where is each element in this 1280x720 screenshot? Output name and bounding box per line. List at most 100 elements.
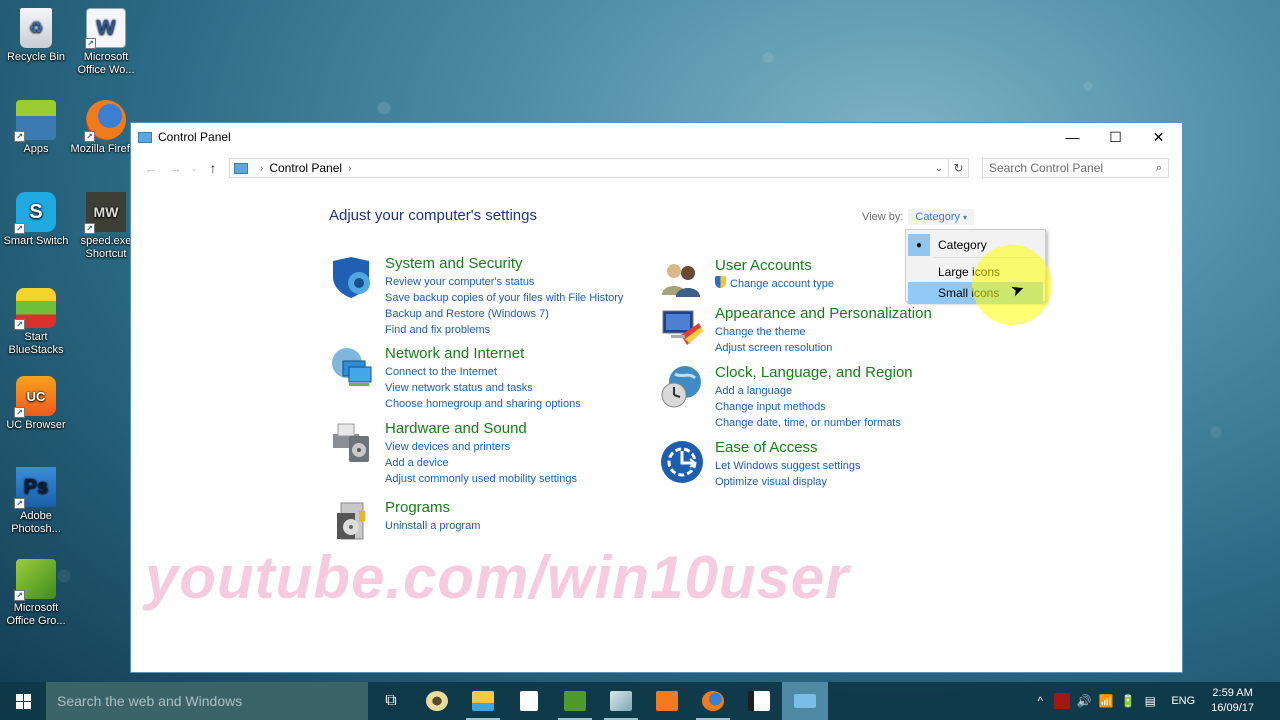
acrobat-icon[interactable] [1054, 693, 1071, 709]
firefox-icon: ↗ [84, 100, 126, 142]
taskbar-control-panel[interactable] [782, 682, 828, 720]
taskbar-audio-app[interactable] [414, 682, 460, 720]
taskbar-notepad-app[interactable] [598, 682, 644, 720]
category-title[interactable]: Appearance and Personalization [715, 305, 932, 323]
notepad-icon [610, 691, 632, 711]
search-box[interactable]: ⌕ [982, 158, 1169, 178]
link[interactable]: Review your computer's status [385, 274, 623, 290]
link[interactable]: Adjust screen resolution [715, 340, 932, 356]
category-title[interactable]: Programs [385, 499, 480, 517]
wifi-icon[interactable]: 📶 [1095, 694, 1117, 708]
link[interactable]: Change date, time, or number formats [715, 415, 913, 431]
maximize-button[interactable]: ☐ [1094, 123, 1137, 151]
view-by-label: View by: [862, 211, 904, 223]
link[interactable]: Find and fix problems [385, 322, 623, 338]
link[interactable]: Add a device [385, 455, 577, 471]
search-icon[interactable]: ⌕ [1156, 162, 1162, 175]
caret-down-icon: ▾ [963, 213, 968, 222]
link[interactable]: Adjust commonly used mobility settings [385, 471, 577, 487]
category-title[interactable]: User Accounts [715, 257, 834, 275]
language-indicator[interactable]: ENG [1161, 695, 1205, 707]
link[interactable]: Change input methods [715, 399, 913, 415]
action-center-icon[interactable]: ▤ [1139, 694, 1161, 708]
category-title[interactable]: Ease of Access [715, 439, 861, 457]
network-internet-icon[interactable] [329, 345, 375, 391]
user-accounts-icon[interactable] [659, 257, 705, 303]
window-title: Control Panel [158, 130, 231, 144]
menu-item-large-icons[interactable]: Large icons [908, 261, 1043, 283]
link[interactable]: Optimize visual display [715, 474, 861, 490]
apps-icon: ↗ [14, 100, 56, 142]
desktop-icon-label: Adobe Photosh... [11, 510, 61, 535]
desktop-icon-office-groove[interactable]: ↗ Microsoft Office Gro... [0, 559, 72, 628]
back-button[interactable]: ← [139, 156, 163, 180]
hardware-sound-icon[interactable] [329, 420, 375, 466]
category-system-security: System and Security Review your computer… [329, 255, 623, 338]
taskbar-store[interactable] [506, 682, 552, 720]
category-clock-region: Clock, Language, and Region Add a langua… [659, 364, 913, 431]
link[interactable]: View network status and tasks [385, 380, 581, 396]
clock[interactable]: 2:59 AM 16/09/17 [1205, 686, 1266, 716]
nfs-icon: MW ↗ [84, 192, 126, 234]
link[interactable]: Add a language [715, 383, 913, 399]
watermark: youtube.com/win10user [145, 544, 850, 611]
taskbar-camtasia-recorder[interactable] [736, 682, 782, 720]
ease-of-access-icon[interactable] [659, 439, 705, 485]
clock-date: 16/09/17 [1211, 702, 1254, 714]
link[interactable]: View devices and printers [385, 439, 577, 455]
view-by-dropdown[interactable]: Category ▾ [908, 209, 975, 225]
start-button[interactable] [0, 682, 46, 720]
menu-item-category[interactable]: ● Category [908, 234, 1043, 256]
desktop-icon-smart-switch[interactable]: S ↗ Smart Switch [0, 192, 72, 248]
programs-icon[interactable] [329, 499, 375, 545]
taskbar-firefox[interactable] [690, 682, 736, 720]
minimize-button[interactable]: — [1051, 123, 1094, 151]
desktop-icon-photoshop[interactable]: Ps ↗ Adobe Photosh... [0, 467, 72, 536]
link[interactable]: Choose homegroup and sharing options [385, 396, 581, 412]
link[interactable]: Connect to the Internet [385, 364, 581, 380]
close-button[interactable]: ✕ [1137, 123, 1180, 151]
clock-region-icon[interactable] [659, 364, 705, 410]
system-security-icon[interactable] [329, 255, 375, 301]
show-hidden-icons-button[interactable]: ^ [1029, 694, 1051, 708]
desktop-icon-word[interactable]: W ↗ Microsoft Office Wo... [70, 8, 142, 77]
desktop-icon-label: Start BlueStacks [8, 331, 64, 356]
breadcrumb-separator[interactable]: › [260, 163, 263, 174]
task-view-button[interactable]: ⧉ [368, 682, 414, 720]
desktop-icon-uc-browser[interactable]: UC ↗ UC Browser [0, 376, 72, 432]
link[interactable]: Change account type [715, 276, 834, 292]
link[interactable]: Save backup copies of your files with Fi… [385, 290, 623, 306]
forward-button[interactable]: → [163, 156, 187, 180]
view-by-selected: Category [915, 211, 961, 223]
link[interactable]: Let Windows suggest settings [715, 458, 861, 474]
refresh-button[interactable]: ↻ [949, 158, 969, 178]
volume-icon[interactable]: 🔊 [1073, 694, 1095, 708]
desktop-icon-recycle-bin[interactable]: ♻ Recycle Bin [0, 8, 72, 64]
taskbar-search[interactable]: Search the web and Windows [46, 682, 368, 720]
link[interactable]: Uninstall a program [385, 518, 480, 534]
category-appearance: Appearance and Personalization Change th… [659, 305, 932, 356]
taskbar-file-explorer[interactable] [460, 682, 506, 720]
recent-locations-button[interactable]: ⌄ [187, 156, 201, 180]
link[interactable]: Change the theme [715, 324, 932, 340]
desktop-icon-apps[interactable]: ↗ Apps [0, 100, 72, 156]
breadcrumb-separator[interactable]: › [348, 163, 351, 174]
category-title[interactable]: Hardware and Sound [385, 420, 577, 438]
category-title[interactable]: Network and Internet [385, 345, 581, 363]
category-title[interactable]: System and Security [385, 255, 623, 273]
link[interactable]: Backup and Restore (Windows 7) [385, 306, 623, 322]
taskbar-uc-browser[interactable] [644, 682, 690, 720]
battery-icon[interactable]: 🔋 [1117, 694, 1139, 708]
desktop-icon-bluestacks[interactable]: ↗ Start BlueStacks [0, 288, 72, 357]
address-bar[interactable]: › Control Panel › ⌄ [229, 158, 949, 178]
control-panel-icon [234, 162, 248, 174]
up-button[interactable]: ↑ [201, 156, 225, 180]
taskbar-camtasia[interactable] [552, 682, 598, 720]
appearance-icon[interactable] [659, 305, 705, 351]
category-hardware-sound: Hardware and Sound View devices and prin… [329, 420, 577, 487]
address-dropdown-button[interactable]: ⌄ [930, 163, 948, 174]
breadcrumb-control-panel[interactable]: Control Panel [269, 161, 342, 175]
category-title[interactable]: Clock, Language, and Region [715, 364, 913, 382]
search-input[interactable] [989, 161, 1156, 175]
title-bar[interactable]: Control Panel — ☐ ✕ [131, 123, 1182, 151]
